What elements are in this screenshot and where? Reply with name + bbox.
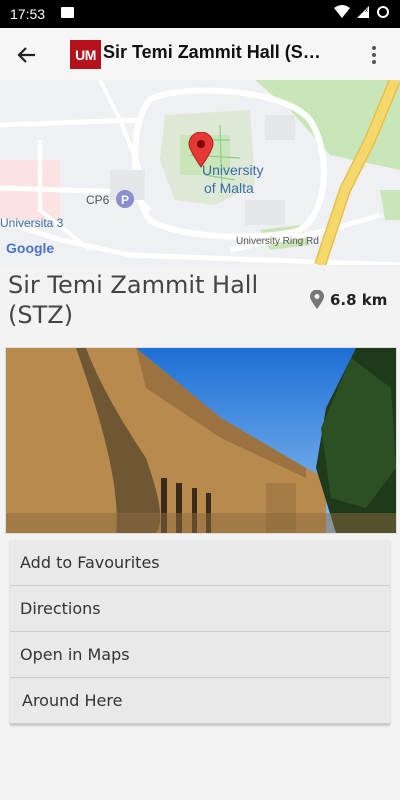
map-label-ring-road: University Ring Rd (236, 236, 319, 247)
app-title: Sir Temi Zammit Hall (S… (103, 42, 321, 62)
image-notification-icon (61, 7, 74, 18)
status-bar: 17:53 x (0, 0, 400, 28)
um-logo: UM (70, 40, 101, 69)
um-logo-text: UM (75, 46, 96, 63)
back-button[interactable] (14, 42, 40, 68)
wifi-icon (334, 5, 350, 18)
map-label-cp6: CP6 (86, 193, 110, 207)
map-label-of-malta: of Malta (204, 180, 254, 196)
svg-text:x: x (365, 8, 368, 14)
actions-list: Add to Favourites Directions Open in Map… (10, 540, 390, 725)
menu-dot (372, 46, 376, 50)
distance-indicator: 6.8 km (310, 290, 387, 310)
add-to-favourites-button[interactable]: Add to Favourites (10, 540, 390, 586)
status-icons: x (334, 5, 390, 19)
directions-button[interactable]: Directions (10, 586, 390, 632)
map-label-universita: Universita 3 (0, 216, 64, 230)
parking-icon: P (116, 190, 134, 208)
overflow-menu-button[interactable] (362, 42, 386, 68)
google-logo: Google (6, 240, 55, 256)
app-bar: UM Sir Temi Zammit Hall (S… (0, 28, 400, 81)
status-time: 17:53 (10, 6, 46, 22)
arrow-back-icon (17, 47, 35, 63)
place-title: Sir Temi Zammit Hall (STZ) (8, 271, 259, 329)
signal-icon: x (357, 6, 369, 18)
open-in-maps-button[interactable]: Open in Maps (10, 632, 390, 678)
map-label-university: University (202, 162, 264, 178)
map-view[interactable]: P University of Malta CP6 Universita 3 U… (0, 80, 400, 265)
place-photo (5, 347, 397, 534)
menu-dot (372, 60, 376, 64)
menu-dot (372, 53, 376, 57)
distance-value: 6.8 km (330, 291, 388, 309)
around-here-button[interactable]: Around Here (10, 678, 390, 725)
battery-icon (377, 6, 389, 18)
svg-text:P: P (121, 193, 129, 207)
map-background (0, 80, 400, 265)
location-pin-icon (310, 290, 324, 309)
place-photo-image (6, 348, 396, 533)
